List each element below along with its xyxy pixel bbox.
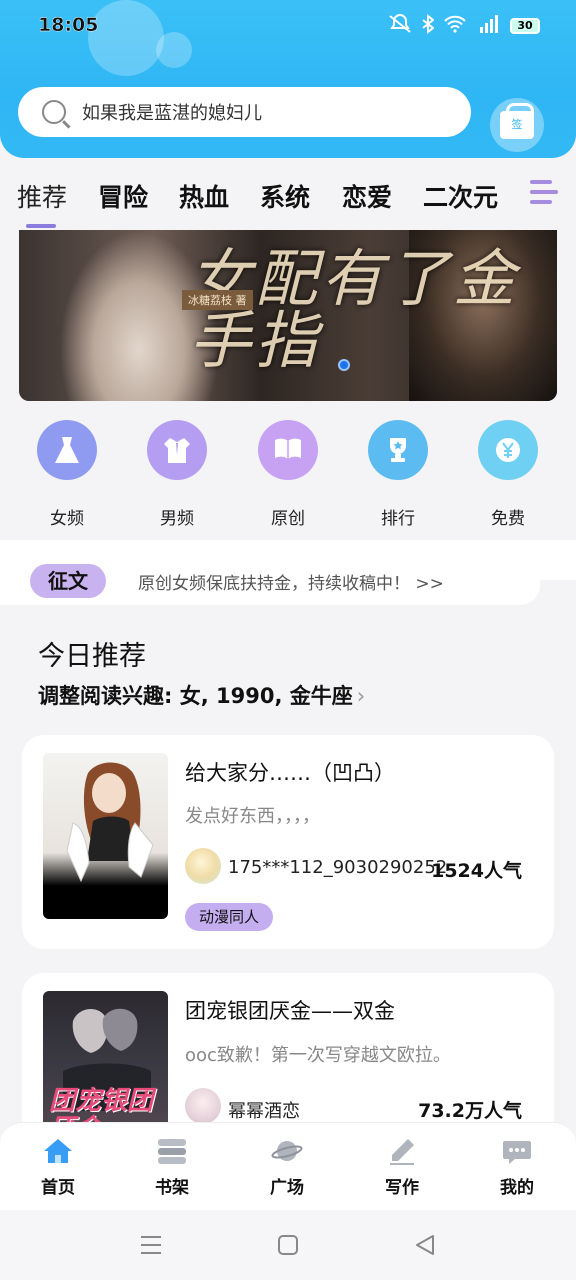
mute-icon <box>388 14 412 38</box>
book-title: 团宠银团厌金——双金 <box>185 999 395 1023</box>
interest-setting-text: 调整阅读兴趣: 女, 1990, 金牛座 <box>38 684 353 708</box>
channel-free[interactable]: 免费 <box>468 418 548 529</box>
avatar <box>185 848 221 884</box>
book-popularity: 1524人气 <box>431 860 522 882</box>
battery-level: 30 <box>517 19 533 32</box>
home-button-icon[interactable] <box>277 1234 299 1260</box>
book-icon <box>258 420 318 480</box>
trophy-icon <box>368 420 428 480</box>
home-icon <box>42 1137 74 1165</box>
category-tabs: 推荐 冒险 热血 系统 恋爱 二次元 <box>0 170 576 228</box>
dress-icon <box>37 420 97 480</box>
book-popularity: 73.2万人气 <box>418 1100 522 1122</box>
nav-label: 广场 <box>270 1178 304 1198</box>
search-icon <box>42 100 66 124</box>
status-bar: 18:05 30 <box>0 10 576 40</box>
tab-recommend[interactable]: 推荐 <box>17 178 67 214</box>
channel-grid: 女频 男频 原创 排行 免费 <box>0 418 576 538</box>
book-desc: ooc致歉！第一次写穿越文欧拉。 <box>185 1045 451 1066</box>
banner-title: 女配有了金手指 <box>189 242 520 377</box>
nav-mine[interactable]: 我的 <box>482 1137 552 1198</box>
header: 18:05 30 如果我是蓝湛的媳妇儿 签 <box>0 0 576 158</box>
channel-label: 排行 <box>381 509 415 529</box>
nav-label: 书架 <box>155 1178 189 1198</box>
notice-bar[interactable]: 征文 原创女频保底扶持金，持续收稿中！ >> <box>0 555 540 605</box>
signal-icon <box>476 15 500 37</box>
channel-original[interactable]: 原创 <box>248 418 328 529</box>
chat-icon <box>501 1137 533 1165</box>
bookshelf-icon <box>156 1137 188 1165</box>
wifi-icon <box>444 15 466 37</box>
channel-ranking[interactable]: 排行 <box>358 418 438 529</box>
book-author: 幂幂酒恋 <box>228 1101 300 1122</box>
nav-label: 我的 <box>500 1178 534 1198</box>
book-card[interactable]: 给大家分……（凹凸） 发点好东西，，，， 175***112_903029025… <box>22 735 554 949</box>
battery-icon: 30 <box>510 18 540 34</box>
book-author: 175***112_9030290252 <box>228 857 448 878</box>
carousel-indicator <box>338 359 350 371</box>
section-title: 今日推荐 <box>38 641 146 672</box>
bluetooth-icon <box>422 13 435 38</box>
tabs-menu-icon[interactable] <box>530 180 558 210</box>
search-bar[interactable]: 如果我是蓝湛的媳妇儿 <box>18 87 471 137</box>
pen-icon <box>386 1137 418 1165</box>
nav-home[interactable]: 首页 <box>23 1137 93 1198</box>
planet-icon <box>271 1137 303 1165</box>
channel-male[interactable]: 男频 <box>137 418 217 529</box>
nav-bookshelf[interactable]: 书架 <box>137 1137 207 1198</box>
status-time: 18:05 <box>38 14 99 36</box>
back-icon[interactable] <box>414 1234 436 1260</box>
notice-text: 原创女频保底扶持金，持续收稿中！ >> <box>138 574 444 594</box>
system-nav-bar <box>0 1210 576 1280</box>
channel-label: 免费 <box>491 509 525 529</box>
interest-setting-link[interactable]: 调整阅读兴趣: 女, 1990, 金牛座 › <box>38 680 365 710</box>
yen-icon <box>478 420 538 480</box>
genre-tag[interactable]: 动漫同人 <box>185 903 274 931</box>
tab-acg[interactable]: 二次元 <box>423 178 498 214</box>
book-cover <box>43 753 168 919</box>
notice-tag: 征文 <box>30 564 106 598</box>
nav-square[interactable]: 广场 <box>252 1137 322 1198</box>
menu-icon[interactable] <box>140 1234 162 1260</box>
nav-write[interactable]: 写作 <box>367 1137 437 1198</box>
active-tab-indicator <box>26 224 56 228</box>
avatar <box>185 1088 221 1124</box>
gift-icon: 签 <box>500 103 534 139</box>
channel-label: 男频 <box>160 509 194 529</box>
shirt-icon <box>147 420 207 480</box>
banner-author: 冰糖荔枝 著 <box>182 290 253 310</box>
tab-romance[interactable]: 恋爱 <box>342 178 392 214</box>
checkin-gift-button[interactable]: 签 <box>490 98 544 152</box>
nav-label: 写作 <box>385 1178 419 1198</box>
channel-label: 原创 <box>271 509 305 529</box>
chevron-right-icon: › <box>356 684 366 708</box>
bottom-nav: 首页 书架 广场 写作 我的 <box>0 1122 576 1210</box>
tab-adventure[interactable]: 冒险 <box>98 178 148 214</box>
nav-label: 首页 <box>41 1178 75 1198</box>
channel-label: 女频 <box>50 509 84 529</box>
gift-label: 签 <box>511 118 523 131</box>
book-desc: 发点好东西，，，， <box>185 806 320 827</box>
tab-system[interactable]: 系统 <box>260 178 310 214</box>
channel-female[interactable]: 女频 <box>27 418 107 529</box>
status-icons: 30 <box>388 13 540 38</box>
promo-banner[interactable]: 女配有了金手指 冰糖荔枝 著 <box>19 230 557 401</box>
book-title: 给大家分……（凹凸） <box>185 761 395 785</box>
search-placeholder: 如果我是蓝湛的媳妇儿 <box>82 103 262 124</box>
tab-hot-blood[interactable]: 热血 <box>179 178 229 214</box>
